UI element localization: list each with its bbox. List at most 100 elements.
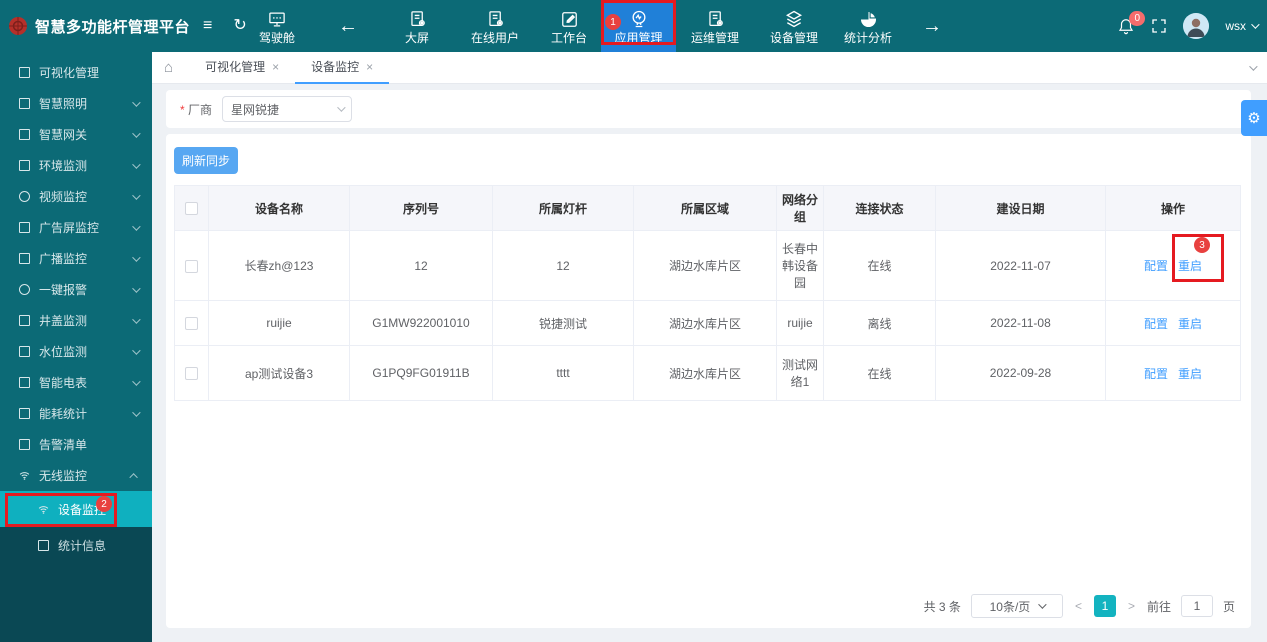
select-all-checkbox[interactable] [185,202,198,215]
sidebar-item-one-key-alarm[interactable]: 一键报警 [0,274,152,305]
nav-item-bigscreen[interactable]: 大屏 [381,0,453,52]
vendor-label: * 厂商 [180,101,212,118]
cell-area: 湖边水库片区 [634,301,777,346]
meter-icon [19,377,30,388]
row-checkbox[interactable] [185,317,198,330]
sidebar-item-environment[interactable]: 环境监测 [0,150,152,181]
header-network-group: 网络分组 [777,186,824,231]
row-checkbox[interactable] [185,367,198,380]
monitor-icon [267,9,287,29]
tab-overflow-chevron-icon[interactable] [1249,62,1257,70]
prev-page-button[interactable]: < [1073,599,1084,613]
restart-link[interactable]: 重启 [1178,259,1202,273]
settings-panel-button[interactable]: ⚙ [1241,100,1267,136]
refresh-sync-button[interactable]: 刷新同步 [174,147,238,174]
chevron-down-icon [132,253,140,261]
goto-page-input[interactable] [1181,595,1213,617]
cell-pole: 12 [493,231,634,301]
page-number-1[interactable]: 1 [1094,595,1116,617]
page-size-select[interactable]: 10条/页 [971,594,1063,618]
vendor-select[interactable]: 星网锐捷 [222,96,352,122]
goto-label: 前往 [1147,598,1171,615]
sidebar-item-wireless-monitor[interactable]: 无线监控 [0,460,152,491]
notification-bell-icon[interactable]: 0 [1117,17,1135,36]
chevron-down-icon [1038,600,1046,608]
notification-count-badge: 0 [1129,11,1145,26]
sidebar-item-statistics-info[interactable]: 统计信息 [0,527,152,563]
cell-checkbox [175,301,209,346]
nav-item-app-management[interactable]: 应用管理 [601,0,676,52]
config-link[interactable]: 配置 [1144,317,1168,331]
close-icon[interactable]: × [366,60,373,74]
cell-date: 2022-11-07 [936,231,1106,301]
sidebar-item-visualization[interactable]: 可视化管理 [0,57,152,88]
sidebar-item-device-monitor[interactable]: 设备监控 [0,491,152,527]
restart-link[interactable]: 重启 [1178,367,1202,381]
lighting-icon [19,98,30,109]
nav-item-device-management[interactable]: 设备管理 [754,0,834,52]
sidebar-item-water-level[interactable]: 水位监测 [0,336,152,367]
nav-item-online-users[interactable]: 在线用户 [453,0,537,52]
filter-bar: * 厂商 星网锐捷 [166,90,1251,128]
user-menu[interactable]: wsx [1225,19,1257,33]
sidebar-item-smart-lighting[interactable]: 智慧照明 [0,88,152,119]
cell-pole: 锐捷测试 [493,301,634,346]
config-link[interactable]: 配置 [1144,367,1168,381]
statistics-icon [38,540,49,551]
document-gear-icon [486,9,505,29]
home-icon[interactable]: ⌂ [164,59,173,76]
nav-item-statistics[interactable]: 统计分析 [834,0,902,52]
chevron-down-icon [132,408,140,416]
chevron-up-icon [129,473,137,481]
energy-chart-icon [19,408,30,419]
cell-network-group: ruijie [777,301,824,346]
restart-link[interactable]: 重启 [1178,317,1202,331]
tab-visualization[interactable]: 可视化管理 × [189,52,295,84]
cell-operations: 配置重启 [1106,301,1241,346]
cell-network-group: 长春中韩设备园 [777,231,824,301]
nav-forward-arrow-icon[interactable]: → [902,0,962,52]
cell-network-group: 测试网络1 [777,346,824,401]
sidebar-item-broadcast[interactable]: 广播监控 [0,243,152,274]
user-avatar[interactable] [1183,13,1209,39]
nav-item-workbench[interactable]: 工作台 [537,0,601,52]
sidebar-item-manhole-cover[interactable]: 井盖监测 [0,305,152,336]
chevron-down-icon [132,284,140,292]
tab-device-monitor[interactable]: 设备监控 × [295,52,389,84]
pagination: 共 3 条 10条/页 < 1 > 前往 页 [924,594,1235,618]
sidebar-item-energy-stats[interactable]: 能耗统计 [0,398,152,429]
cell-status: 离线 [824,301,936,346]
cell-serial: 12 [350,231,493,301]
table-row: ap测试设备3 G1PQ9FG01911B tttt 湖边水库片区 测试网络1 … [175,346,1241,401]
app-title: 智慧多功能杆管理平台 [35,16,190,37]
chevron-down-icon [132,160,140,168]
collapse-menu-icon[interactable]: ≡ [203,18,212,34]
document-gear-icon [408,9,427,29]
cell-pole: tttt [493,346,634,401]
manhole-icon [19,315,30,326]
fullscreen-icon[interactable] [1151,18,1167,34]
top-navbar: 智慧多功能杆管理平台 ≡ ↻ 驾驶舱 ← 大屏 在线用户 工作台 应用管理 运维… [0,0,1267,52]
header-serial: 序列号 [350,186,493,231]
config-link[interactable]: 配置 [1144,259,1168,273]
next-page-button[interactable]: > [1126,599,1137,613]
nav-item-cockpit[interactable]: 驾驶舱 [239,0,315,52]
cell-device-name: 长春zh@123 [209,231,350,301]
header-checkbox-cell [175,186,209,231]
sidebar-item-alarm-list[interactable]: 告警清单 [0,429,152,460]
sidebar-item-video-monitor[interactable]: 视频监控 [0,181,152,212]
sidebar-menu: 可视化管理 智慧照明 智慧网关 环境监测 视频监控 广告屏监控 广播监控 一键报… [0,52,152,491]
close-icon[interactable]: × [272,60,279,74]
chevron-down-icon [132,129,140,137]
logo-emblem-icon [8,16,28,36]
table-row: ruijie G1MW922001010 锐捷测试 湖边水库片区 ruijie … [175,301,1241,346]
tab-bar: ⌂ 可视化管理 × 设备监控 × [152,52,1267,84]
nav-back-arrow-icon[interactable]: ← [315,0,381,52]
nav-item-ops-management[interactable]: 运维管理 [676,0,754,52]
sidebar-item-smart-meter[interactable]: 智能电表 [0,367,152,398]
row-checkbox[interactable] [185,260,198,273]
cell-device-name: ruijie [209,301,350,346]
sidebar-item-ad-screen[interactable]: 广告屏监控 [0,212,152,243]
sidebar-item-smart-gateway[interactable]: 智慧网关 [0,119,152,150]
top-nav-menu: 驾驶舱 ← 大屏 在线用户 工作台 应用管理 运维管理 设备管理 统计 [239,0,962,52]
